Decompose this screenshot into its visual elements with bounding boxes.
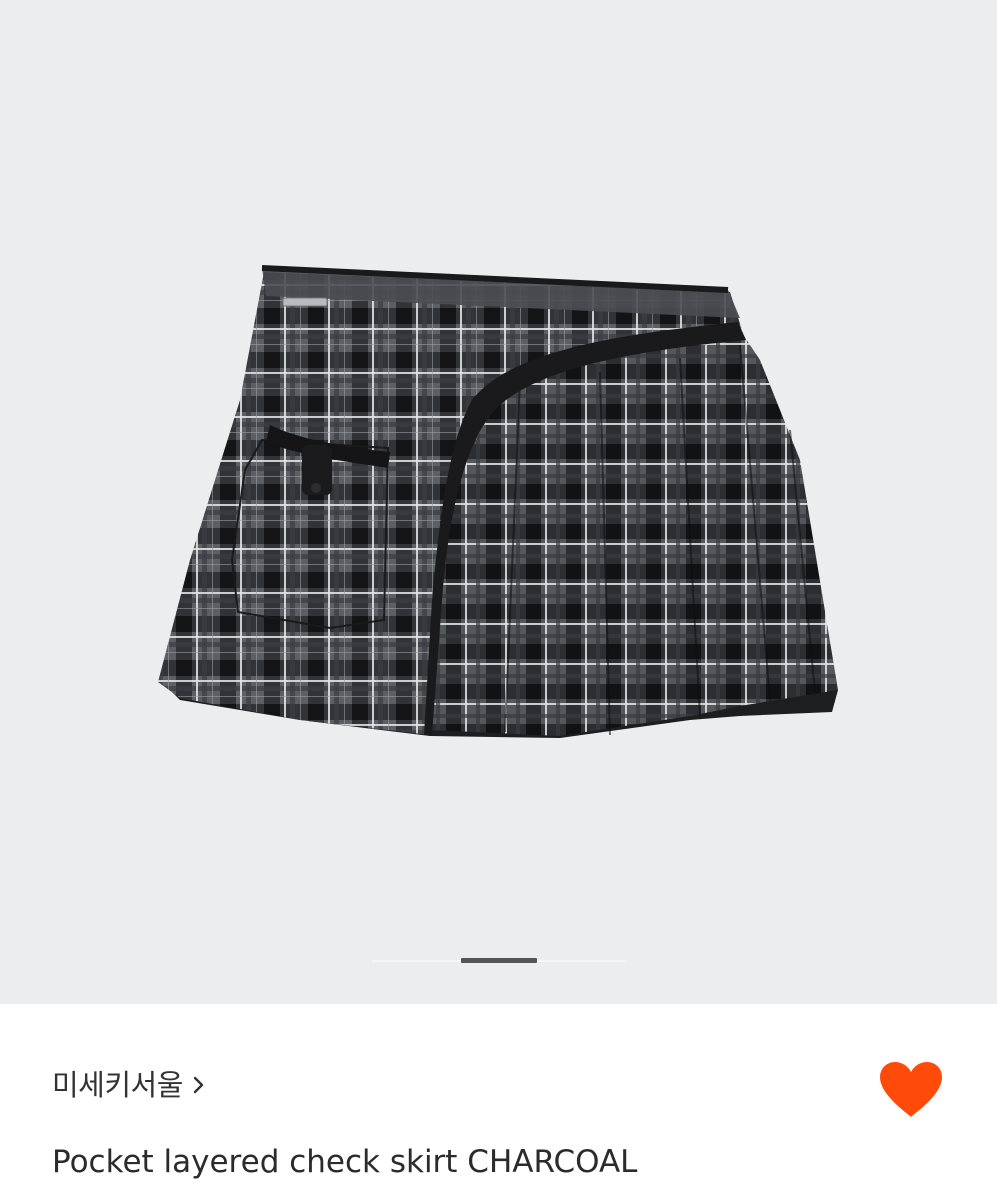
product-title: Pocket layered check skirt CHARCOAL [52,1144,638,1180]
brand-name: 미세키서울 [52,1068,183,1102]
product-detail-page: 미세키서울 Pocket layered check skirt CHARCOA… [0,0,997,1200]
brand-link[interactable]: 미세키서울 [52,1065,207,1105]
image-pager [372,957,625,965]
skirt-photo [158,265,838,738]
product-image-gallery[interactable] [0,0,997,1004]
chevron-right-icon [193,1076,204,1094]
pager-indicator [461,958,537,963]
product-info: 미세키서울 Pocket layered check skirt CHARCOA… [0,1004,997,1200]
heart-icon[interactable] [876,1059,946,1121]
